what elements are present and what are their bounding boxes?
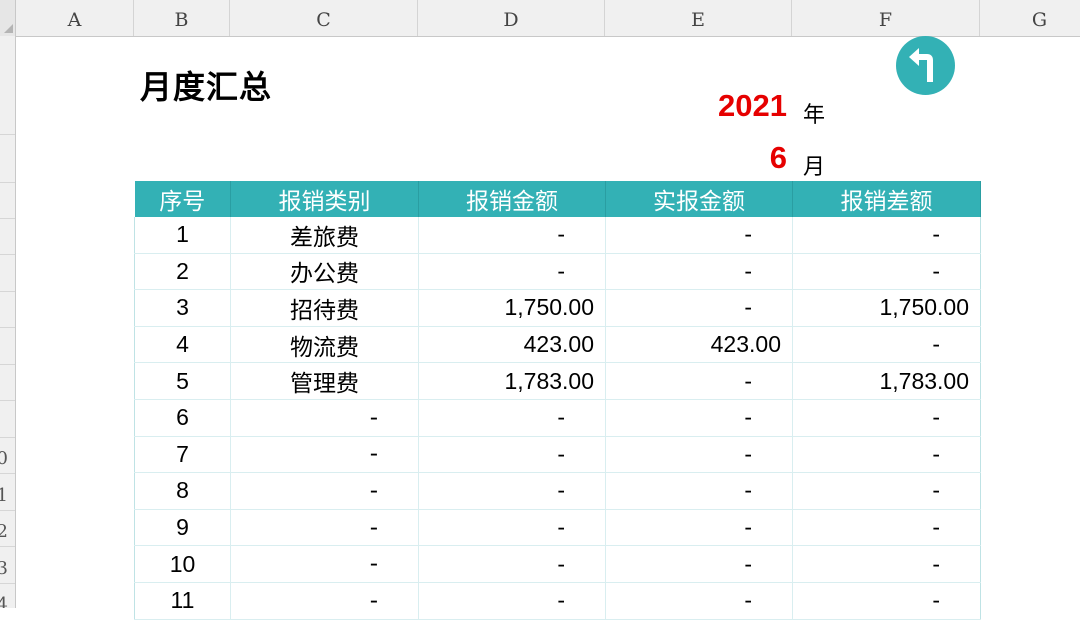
cell-index[interactable]: 2 <box>134 253 231 291</box>
column-header-g[interactable]: G <box>980 0 1080 36</box>
column-header-e[interactable]: E <box>605 0 792 36</box>
cell-category[interactable]: - <box>230 545 419 583</box>
cell-actual-amount[interactable]: - <box>605 289 793 327</box>
cell-category[interactable]: 管理费 <box>230 362 419 400</box>
header-difference[interactable]: 报销差额 <box>792 181 981 217</box>
row-header-13[interactable]: 3 <box>0 558 8 579</box>
cell-claimed-amount[interactable]: - <box>418 253 606 291</box>
cell-index[interactable]: 8 <box>134 472 231 510</box>
cell-claimed-amount[interactable]: 1,783.00 <box>418 362 606 400</box>
header-claimed-amount[interactable]: 报销金额 <box>418 181 606 217</box>
table-row: 5 管理费 1,783.00-1,783.00 <box>134 362 981 400</box>
cell-actual-amount[interactable]: - <box>605 436 793 474</box>
cell-category[interactable]: 办公费 <box>230 253 419 291</box>
monthly-summary-table: 序号 报销类别 报销金额 实报金额 报销差额 1 差旅费 - - -2 办公费 - - -3 招待… <box>134 181 981 620</box>
cell-difference[interactable]: - <box>792 326 981 364</box>
cell-category[interactable]: 物流费 <box>230 326 419 364</box>
cell-index[interactable]: 4 <box>134 326 231 364</box>
column-header-bar: A B C D E F G <box>0 0 1080 37</box>
row-header-10[interactable]: 0 <box>0 448 8 469</box>
year-value[interactable]: 2021 <box>718 88 787 124</box>
cell-difference[interactable]: - <box>792 509 981 547</box>
cell-category[interactable]: - <box>230 582 419 620</box>
row-header-bar: 0 1 2 3 4 <box>0 36 16 608</box>
header-index[interactable]: 序号 <box>134 181 231 217</box>
cell-actual-amount[interactable]: - <box>605 509 793 547</box>
cell-claimed-amount[interactable]: - <box>418 436 606 474</box>
column-header-d[interactable]: D <box>418 0 605 36</box>
cell-difference[interactable]: - <box>792 399 981 437</box>
return-arrow-icon <box>909 48 933 82</box>
cell-index[interactable]: 10 <box>134 545 231 583</box>
year-unit-label: 年 <box>803 103 826 128</box>
table-row: 3 招待费 1,750.00-1,750.00 <box>134 289 981 327</box>
cell-difference[interactable]: - <box>792 253 981 291</box>
cell-actual-amount[interactable]: - <box>605 253 793 291</box>
cell-index[interactable]: 5 <box>134 362 231 400</box>
column-header-f[interactable]: F <box>792 0 980 36</box>
sheet-title: 月度汇总 <box>140 68 273 106</box>
header-actual-amount[interactable]: 实报金额 <box>605 181 793 217</box>
cell-category[interactable]: - <box>230 436 419 474</box>
table-row: 4 物流费 423.00 423.00- <box>134 326 981 364</box>
month-value[interactable]: 6 <box>770 140 787 176</box>
cell-difference[interactable]: - <box>792 217 981 254</box>
cell-difference[interactable]: 1,783.00 <box>792 362 981 400</box>
cell-claimed-amount[interactable]: - <box>418 399 606 437</box>
cell-index[interactable]: 3 <box>134 289 231 327</box>
cell-claimed-amount[interactable]: - <box>418 472 606 510</box>
table-row: 9---- <box>134 509 981 547</box>
back-button[interactable] <box>896 36 955 95</box>
cell-difference[interactable]: 1,750.00 <box>792 289 981 327</box>
cell-claimed-amount[interactable]: 1,750.00 <box>418 289 606 327</box>
cell-difference[interactable]: - <box>792 582 981 620</box>
cell-actual-amount[interactable]: - <box>605 362 793 400</box>
cell-actual-amount[interactable]: - <box>605 582 793 620</box>
cell-category[interactable]: - <box>230 399 419 437</box>
table-header-row: 序号 报销类别 报销金额 实报金额 报销差额 <box>134 181 981 217</box>
table-row: 7---- <box>134 436 981 474</box>
table-row: 10- - - - <box>134 545 981 583</box>
table-row: 2 办公费 - - - <box>134 253 981 291</box>
cell-difference[interactable]: - <box>792 436 981 474</box>
cell-claimed-amount[interactable]: - <box>418 582 606 620</box>
table-row: 1 差旅费 - - - <box>134 217 981 254</box>
row-header-12[interactable]: 2 <box>0 521 8 542</box>
cell-claimed-amount[interactable]: - <box>418 545 606 583</box>
cell-index[interactable]: 1 <box>134 217 231 254</box>
column-header-c[interactable]: C <box>230 0 418 36</box>
row-header-11[interactable]: 1 <box>0 485 8 506</box>
cell-difference[interactable]: - <box>792 472 981 510</box>
cell-actual-amount[interactable]: - <box>605 399 793 437</box>
cell-actual-amount[interactable]: - <box>605 217 793 254</box>
cell-category[interactable]: - <box>230 472 419 510</box>
cell-actual-amount[interactable]: - <box>605 472 793 510</box>
cell-index[interactable]: 6 <box>134 399 231 437</box>
cell-claimed-amount[interactable]: - <box>418 509 606 547</box>
column-header-b[interactable]: B <box>134 0 230 36</box>
cell-claimed-amount[interactable]: 423.00 <box>418 326 606 364</box>
cell-category[interactable]: 差旅费 <box>230 217 419 254</box>
cell-index[interactable]: 11 <box>134 582 231 620</box>
row-header-14[interactable]: 4 <box>0 594 8 608</box>
table-row: 8---- <box>134 472 981 510</box>
column-header-a[interactable]: A <box>16 0 134 36</box>
cell-index[interactable]: 7 <box>134 436 231 474</box>
cell-actual-amount[interactable]: - <box>605 545 793 583</box>
cell-category[interactable]: 招待费 <box>230 289 419 327</box>
cell-category[interactable]: - <box>230 509 419 547</box>
cell-index[interactable]: 9 <box>134 509 231 547</box>
cell-actual-amount[interactable]: 423.00 <box>605 326 793 364</box>
table-row: 6---- <box>134 399 981 437</box>
header-category[interactable]: 报销类别 <box>230 181 419 217</box>
cell-difference[interactable]: - <box>792 545 981 583</box>
table-row: 11- - - - <box>134 582 981 620</box>
select-all-corner[interactable] <box>0 0 16 36</box>
month-unit-label: 月 <box>803 155 826 180</box>
select-all-triangle-icon <box>4 24 13 33</box>
cell-claimed-amount[interactable]: - <box>418 217 606 254</box>
